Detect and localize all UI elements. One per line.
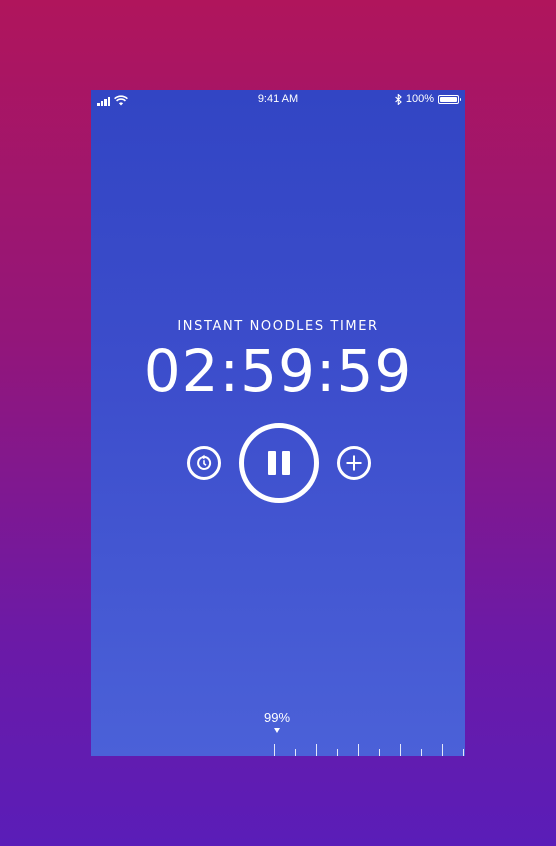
status-bar: 9:41 AM 100%: [91, 90, 465, 110]
add-time-button[interactable]: [337, 446, 371, 480]
progress-ruler: [91, 738, 465, 756]
plus-icon: [346, 455, 362, 471]
status-right: 100%: [395, 93, 461, 105]
ruler-tick: [379, 749, 380, 756]
battery-level: [440, 96, 457, 102]
progress-label: 99%: [263, 710, 291, 725]
reset-button[interactable]: [187, 446, 221, 480]
reset-icon: [197, 454, 212, 470]
pause-button[interactable]: [239, 423, 319, 503]
bluetooth-icon: [395, 93, 402, 105]
ruler-tick: [295, 749, 296, 756]
phone-screen: 9:41 AM 100% INSTANT NOODLES TIMER 02:59…: [91, 90, 465, 756]
ruler-tick: [463, 749, 464, 756]
ruler-tick: [358, 744, 359, 756]
timer-controls: [91, 423, 465, 503]
ruler-tick: [337, 749, 338, 756]
ruler-tick: [274, 744, 275, 756]
progress-marker: [274, 728, 280, 733]
ruler-tick: [316, 744, 317, 756]
battery-percent: 100%: [405, 93, 434, 105]
battery-icon: [438, 94, 461, 104]
ruler-tick: [442, 744, 443, 756]
timer-countdown: 02:59:59: [143, 337, 413, 405]
pause-icon: [268, 451, 290, 475]
ruler-tick: [400, 744, 401, 756]
timer-title: INSTANT NOODLES TIMER: [177, 319, 379, 334]
ruler-tick: [421, 749, 422, 756]
